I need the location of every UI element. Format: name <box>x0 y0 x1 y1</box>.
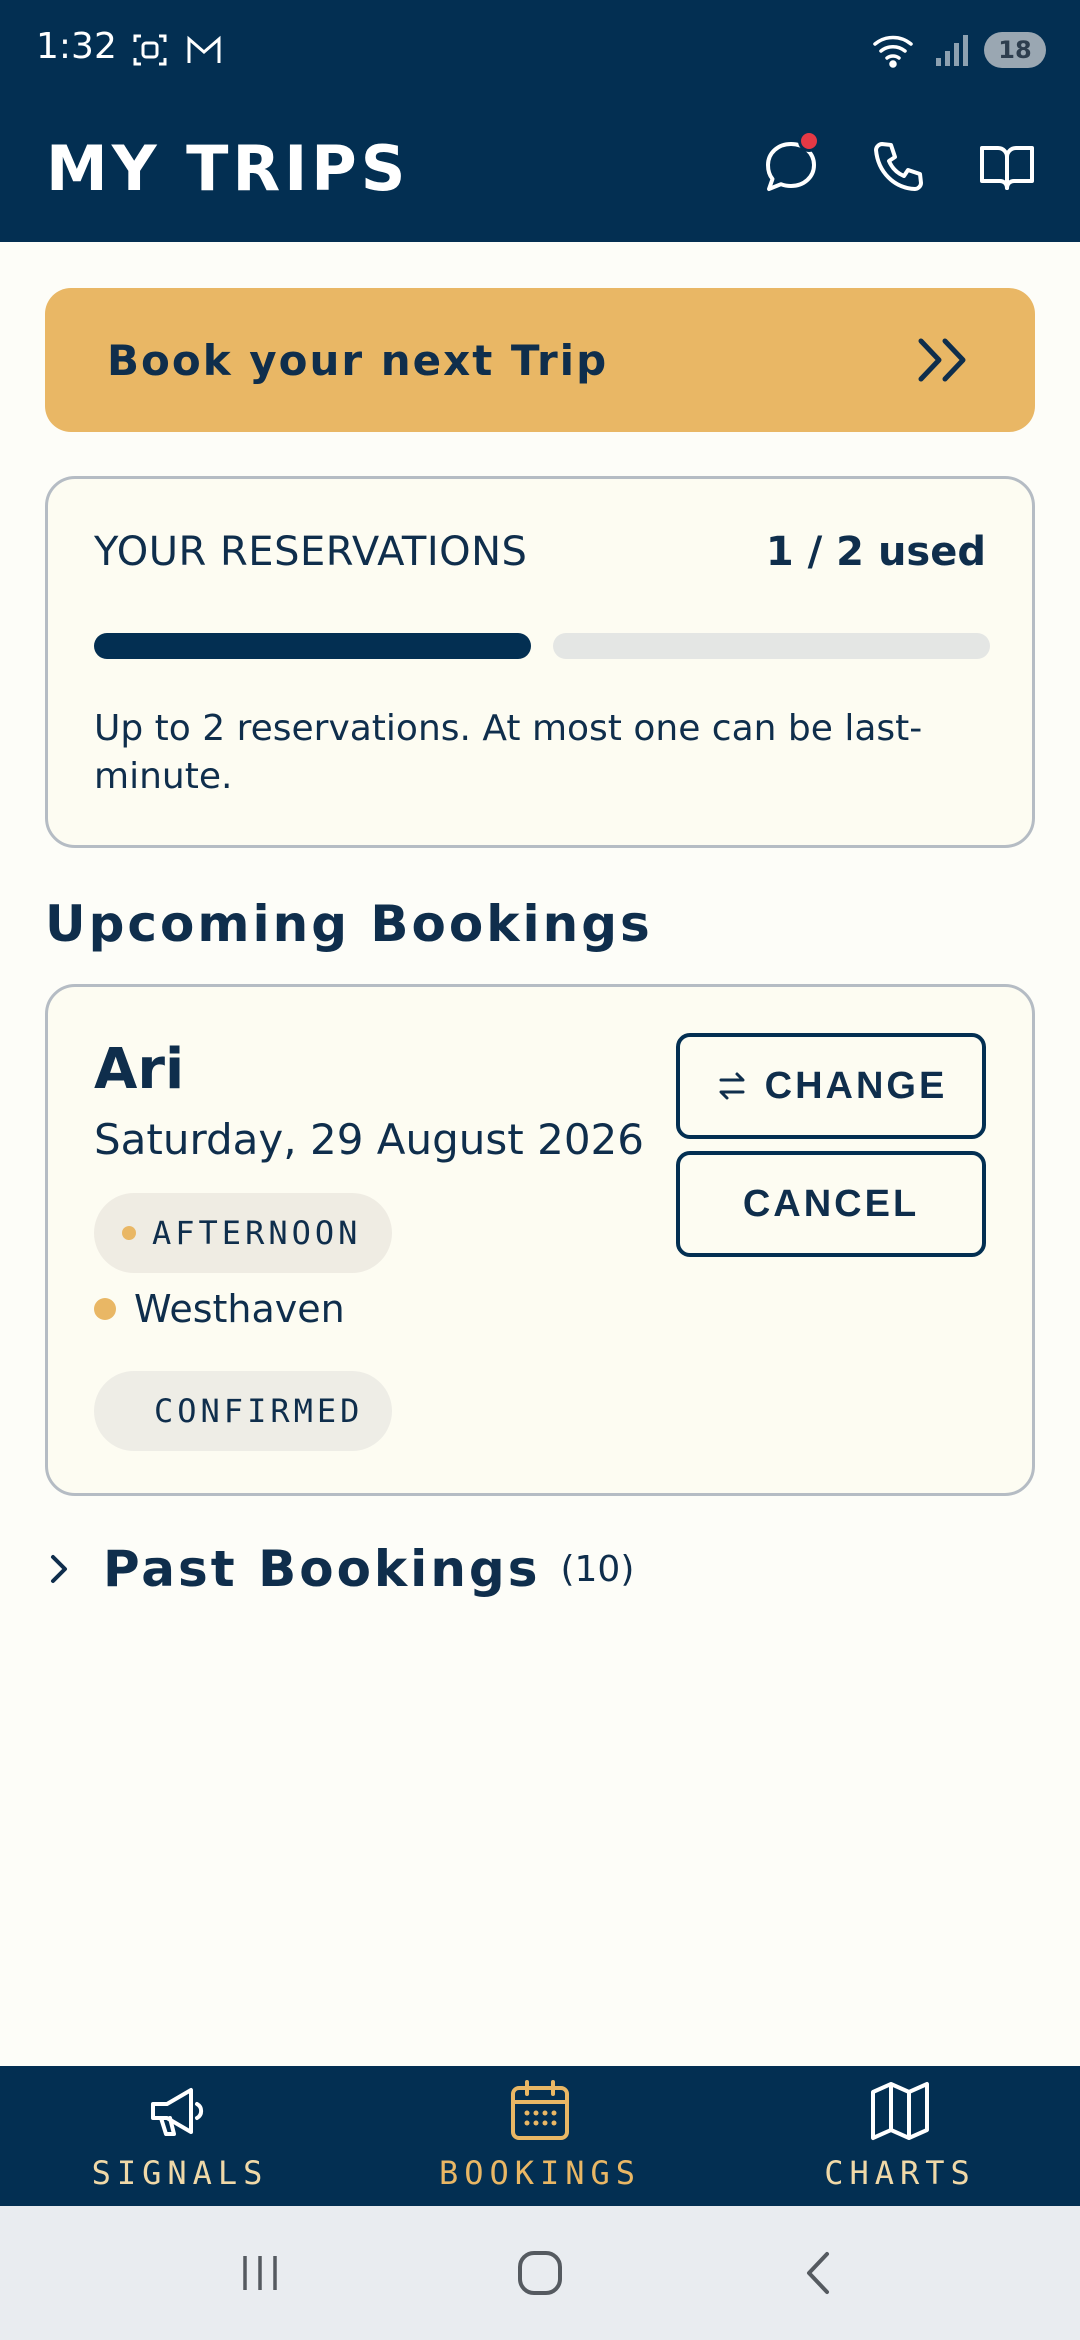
back-icon[interactable] <box>795 2248 845 2298</box>
change-button[interactable]: CHANGE <box>676 1033 986 1139</box>
book-open-icon[interactable] <box>976 136 1038 198</box>
status-right-icons: 18 <box>870 30 1046 70</box>
time-slot-label: AFTERNOON <box>152 1214 362 1252</box>
booking-date: Saturday, 29 August 2026 <box>94 1115 644 1164</box>
app-header: MY TRIPS <box>0 100 1080 242</box>
cancel-label: CANCEL <box>742 1182 920 1225</box>
time-slot-badge: AFTERNOON <box>94 1193 392 1273</box>
status-left-icons <box>130 30 224 70</box>
page-title: MY TRIPS <box>46 132 410 205</box>
past-bookings-toggle[interactable]: Past Bookings (10) <box>45 1540 634 1598</box>
double-chevron-right-icon <box>918 338 966 382</box>
battery-indicator: 18 <box>984 32 1046 68</box>
notification-dot <box>798 130 820 152</box>
swap-arrows-icon <box>719 1072 745 1100</box>
progress-segment <box>553 633 990 659</box>
system-nav-bar <box>0 2206 1080 2340</box>
status-label: CONFIRMED <box>154 1392 364 1430</box>
phone-icon[interactable] <box>868 136 930 198</box>
past-bookings-title: Past Bookings <box>103 1540 541 1598</box>
signal-icon <box>936 35 968 66</box>
gmail-icon <box>187 35 221 63</box>
status-badge: CONFIRMED <box>94 1371 392 1451</box>
header-actions <box>760 130 1038 198</box>
reservations-used: 1 / 2 used <box>765 529 986 575</box>
status-time: 1:32 <box>36 26 117 67</box>
past-bookings-count: (10) <box>560 1548 635 1590</box>
status-bar: 1:32 18 <box>0 0 1080 100</box>
nav-signals[interactable]: SIGNALS <box>0 2066 360 2206</box>
reservations-progress <box>94 633 990 659</box>
nav-signals-label: SIGNALS <box>91 2154 269 2192</box>
reservations-card: YOUR RESERVATIONS 1 / 2 used Up to 2 res… <box>45 476 1035 848</box>
wifi-icon <box>873 35 913 68</box>
nav-bookings-label: BOOKINGS <box>438 2154 642 2192</box>
upcoming-bookings-title: Upcoming Bookings <box>45 895 653 953</box>
slot-dot <box>122 1226 136 1240</box>
cancel-button[interactable]: CANCEL <box>676 1151 986 1257</box>
reservations-note: Up to 2 reservations. At most one can be… <box>94 708 923 797</box>
booking-location: Westhaven <box>94 1287 345 1331</box>
screenshot-icon <box>133 34 167 66</box>
book-next-trip-button[interactable]: Book your next Trip <box>45 288 1035 432</box>
location-label: Westhaven <box>134 1287 345 1331</box>
nav-bookings[interactable]: BOOKINGS <box>360 2066 720 2206</box>
calendar-icon <box>511 2080 569 2140</box>
nav-charts-label: CHARTS <box>824 2154 976 2192</box>
book-next-trip-label: Book your next Trip <box>107 335 609 385</box>
map-icon <box>871 2082 929 2140</box>
chevron-right-icon <box>51 1555 67 1583</box>
progress-segment <box>94 633 531 659</box>
megaphone-icon <box>151 2088 204 2136</box>
nav-charts[interactable]: CHARTS <box>720 2066 1080 2206</box>
change-label: CHANGE <box>764 1064 948 1107</box>
booking-name: Ari <box>94 1037 185 1102</box>
home-icon[interactable] <box>515 2248 565 2298</box>
location-dot <box>94 1298 116 1320</box>
recent-apps-icon[interactable] <box>235 2248 285 2298</box>
chat-icon[interactable] <box>760 130 822 198</box>
booking-card: Ari Saturday, 29 August 2026 AFTERNOON W… <box>45 984 1035 1496</box>
bottom-nav: SIGNALS BOOKINGS CHARTS <box>0 2066 1080 2206</box>
reservations-title: YOUR RESERVATIONS <box>94 529 528 575</box>
